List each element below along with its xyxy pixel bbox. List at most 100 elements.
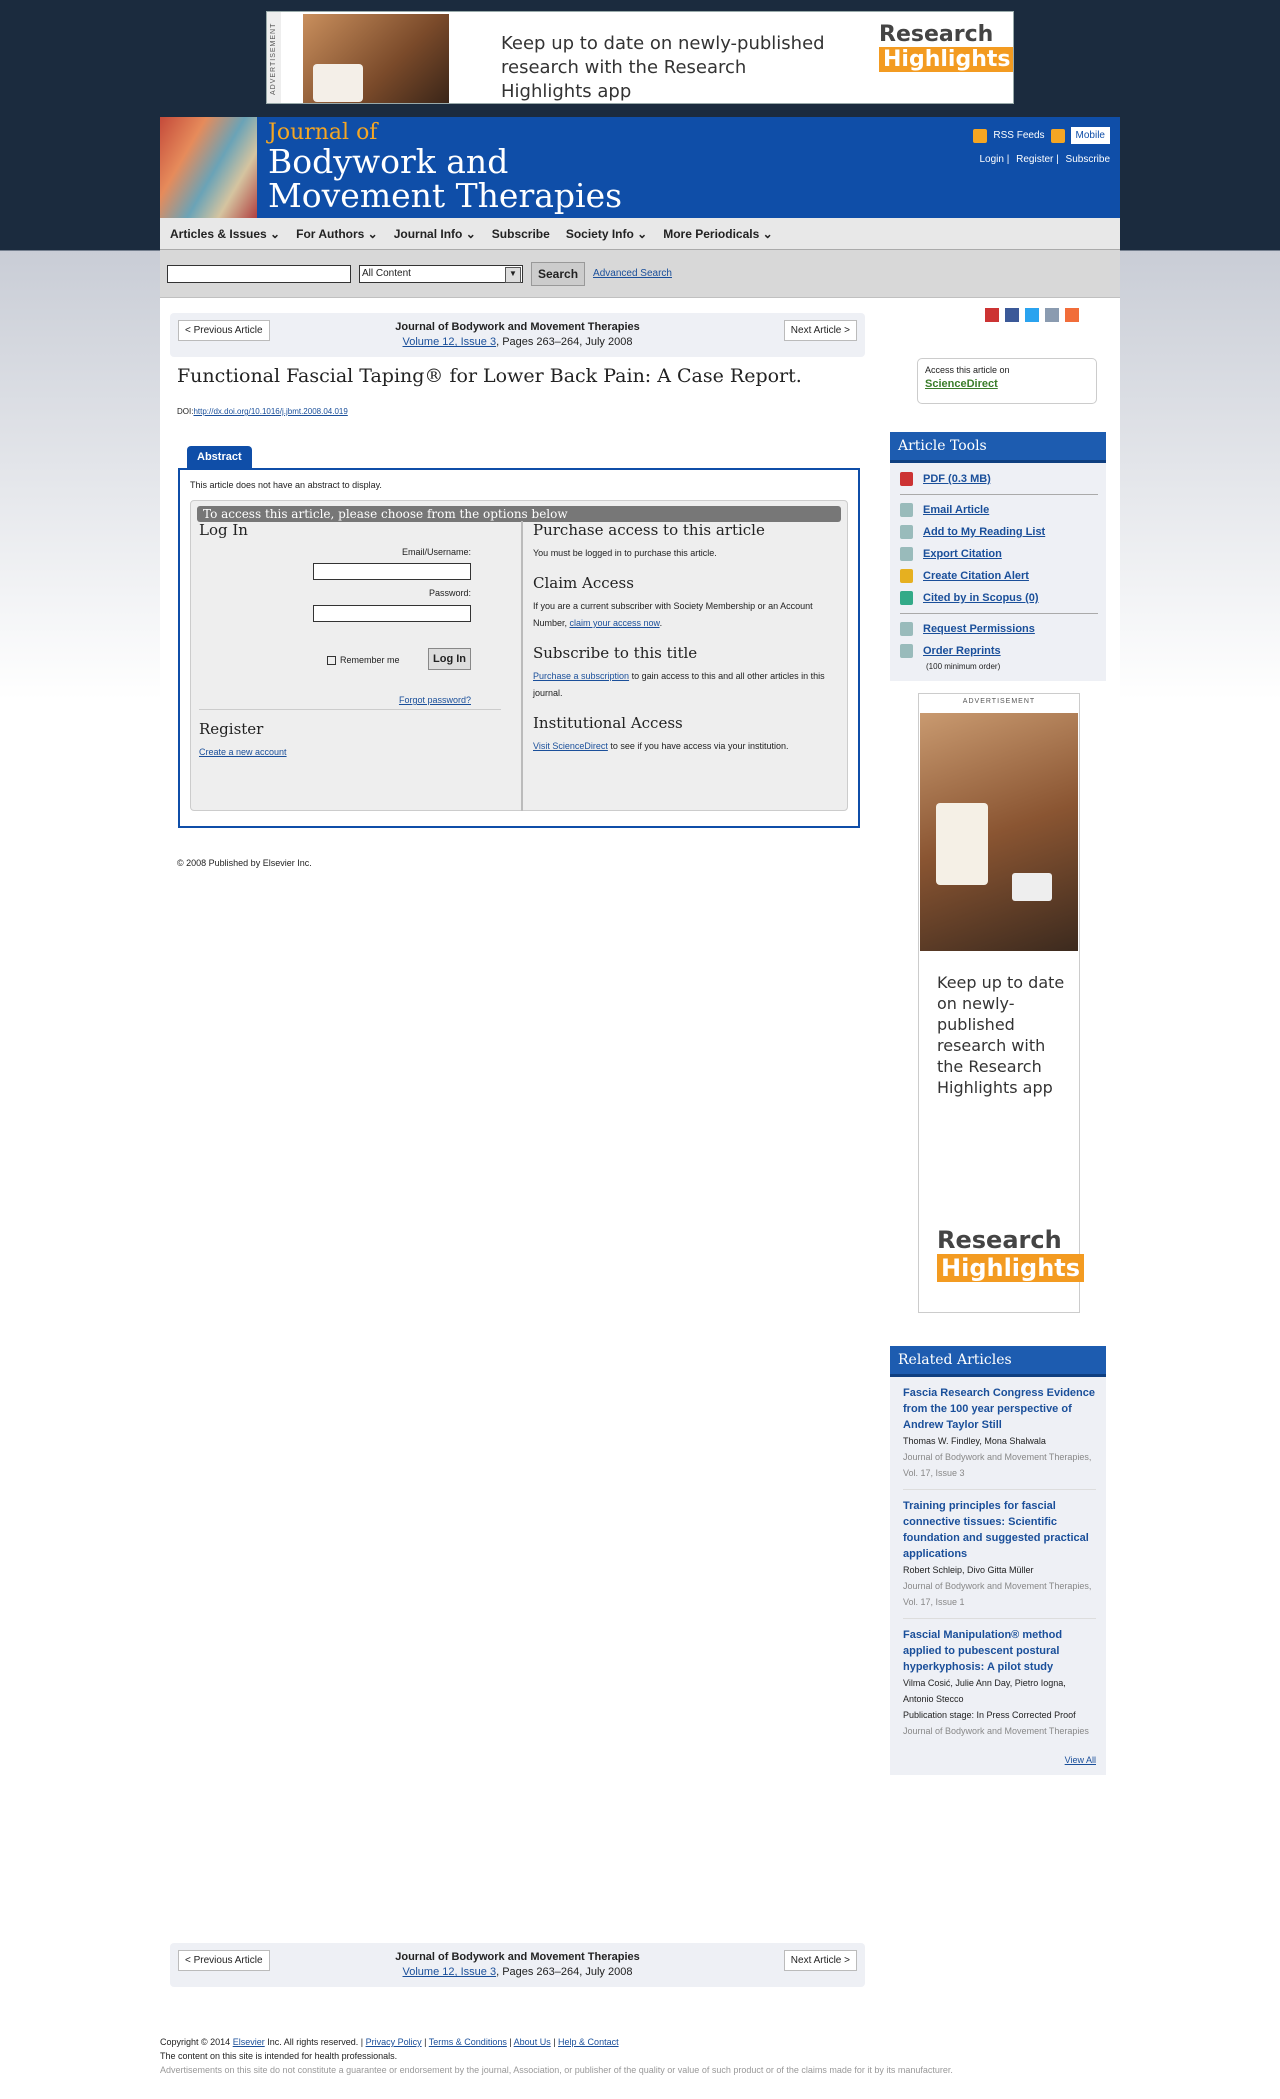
ad-text: Keep up to date on newly-published resea… <box>937 973 1065 1097</box>
email-label: Email/Username: <box>401 547 471 557</box>
alert-icon <box>900 569 913 583</box>
email-icon <box>900 503 913 517</box>
pdf-link[interactable]: PDF (0.3 MB) <box>900 468 1098 490</box>
claim-access-link[interactable]: claim your access now <box>570 618 660 628</box>
reprint-note: (100 minimum order) <box>926 662 1001 671</box>
purchase-subscription-link[interactable]: Purchase a subscription <box>533 671 629 681</box>
view-all-link[interactable]: View All <box>1065 1755 1096 1765</box>
export-citation-link[interactable]: Export Citation <box>900 543 1098 565</box>
related-title-link[interactable]: Fascial Manipulation® method applied to … <box>903 1627 1096 1675</box>
sidebar: Article Tools PDF (0.3 MB) Email Article… <box>890 432 1106 1775</box>
remember-me-checkbox[interactable]: Remember me <box>327 655 400 666</box>
next-article-button[interactable]: Next Article > <box>783 1950 857 1971</box>
search-button[interactable]: Search <box>531 261 586 286</box>
addthis-icon[interactable] <box>1065 308 1079 322</box>
elsevier-link[interactable]: Elsevier <box>233 2037 265 2047</box>
footer-copyright: Copyright © 2014 Elsevier Inc. All right… <box>160 2037 619 2047</box>
nav-for-authors[interactable]: For Authors ⌄ <box>296 227 378 241</box>
side-advertisement[interactable]: ADVERTISEMENT Keep up to date on newly-p… <box>918 693 1085 1313</box>
pages-text: , Pages 263–264, July 2008 <box>496 336 633 348</box>
content-select[interactable]: All Content <box>359 264 523 283</box>
facebook-icon[interactable] <box>1005 308 1019 322</box>
login-link[interactable]: Login <box>980 154 1004 165</box>
institutional-text: Visit ScienceDirect to see if you have a… <box>533 741 789 751</box>
ad-disclaimer: Advertisements on this site do not const… <box>160 2065 953 2075</box>
claim-text: If you are a current subscriber with Soc… <box>533 601 813 628</box>
main-content: < Previous Article Journal of Bodywork a… <box>160 298 1120 2098</box>
claim-title: Claim Access <box>533 574 634 592</box>
purchase-text: You must be logged in to purchase this a… <box>533 548 717 558</box>
volume-link[interactable]: Volume 12, Issue 3 <box>403 1966 497 1978</box>
sciencedirect-box[interactable]: Access this article on ScienceDirect <box>917 358 1097 404</box>
export-icon <box>900 547 913 561</box>
nav-articles-issues[interactable]: Articles & Issues ⌄ <box>170 227 280 241</box>
visit-sciencedirect-link[interactable]: Visit ScienceDirect <box>533 741 608 751</box>
top-advertisement[interactable]: ADVERTISEMENT Keep up to date on newly-p… <box>266 11 1014 104</box>
scopus-icon <box>900 591 913 605</box>
list-item: Fascia Research Congress Evidence from t… <box>903 1385 1096 1490</box>
tab-abstract[interactable]: Abstract <box>187 446 252 468</box>
list-item: Training principles for fascial connecti… <box>903 1498 1096 1619</box>
mendeley-icon[interactable] <box>985 308 999 322</box>
about-link[interactable]: About Us <box>514 2037 551 2047</box>
reading-list-link[interactable]: Add to My Reading List <box>900 521 1098 543</box>
institutional-title: Institutional Access <box>533 714 683 732</box>
email-icon[interactable] <box>1045 308 1059 322</box>
journal-cover-image[interactable] <box>160 117 257 218</box>
reprints-link[interactable]: Order Reprints <box>900 640 1098 662</box>
create-account-link[interactable]: Create a new account <box>199 747 287 757</box>
login-button[interactable]: Log In <box>428 648 471 670</box>
checkbox-icon[interactable] <box>327 656 336 666</box>
footer: Copyright © 2014 Elsevier Inc. All right… <box>160 2035 1120 2077</box>
article-tools-title: Article Tools <box>890 432 1106 463</box>
nav-journal-info[interactable]: Journal Info ⌄ <box>394 227 476 241</box>
article-tools: PDF (0.3 MB) Email Article Add to My Rea… <box>890 463 1106 681</box>
privacy-link[interactable]: Privacy Policy <box>366 2037 422 2047</box>
related-title-link[interactable]: Fascia Research Congress Evidence from t… <box>903 1385 1096 1433</box>
twitter-icon[interactable] <box>1025 308 1039 322</box>
issue-info: Journal of Bodywork and Movement Therapi… <box>170 320 865 350</box>
related-title-link[interactable]: Training principles for fascial connecti… <box>903 1498 1096 1562</box>
sciencedirect-link[interactable]: ScienceDirect <box>925 378 1089 390</box>
permissions-link[interactable]: Request Permissions <box>900 618 1098 640</box>
search-input[interactable] <box>167 264 351 283</box>
related-articles-title: Related Articles <box>890 1346 1106 1377</box>
next-article-button[interactable]: Next Article > <box>783 320 857 341</box>
mobile-link[interactable]: Mobile <box>1070 127 1110 144</box>
sd-label: Access this article on <box>925 365 1010 375</box>
doi-link[interactable]: http://dx.doi.org/10.1016/j.jbmt.2008.04… <box>193 407 347 416</box>
nav-subscribe[interactable]: Subscribe <box>492 227 550 241</box>
subscribe-link[interactable]: Subscribe <box>1066 154 1110 165</box>
purchase-column: Purchase access to this article You must… <box>521 521 841 811</box>
advanced-search-link[interactable]: Advanced Search <box>593 268 672 279</box>
article-title: Functional Fascial Taping® for Lower Bac… <box>177 365 802 387</box>
header-links: RSS Feeds Mobile Login | Register | Subs… <box>973 127 1110 165</box>
home-icon[interactable] <box>973 128 988 143</box>
password-field[interactable] <box>313 605 471 622</box>
register-link[interactable]: Register <box>1016 154 1053 165</box>
journal-header: Journal of Bodywork and Movement Therapi… <box>160 117 1120 218</box>
access-options: To access this article, please choose fr… <box>190 500 848 811</box>
share-icons <box>985 308 1079 322</box>
password-label: Password: <box>428 588 471 598</box>
help-link[interactable]: Help & Contact <box>558 2037 619 2047</box>
forgot-password-link[interactable]: Forgot password? <box>399 695 471 705</box>
doi: DOI:http://dx.doi.org/10.1016/j.jbmt.200… <box>177 407 348 416</box>
login-title: Log In <box>199 521 248 539</box>
rss-feeds-link[interactable]: RSS Feeds <box>993 130 1044 141</box>
subscribe-title: Subscribe to this title <box>533 644 698 662</box>
nav-society-info[interactable]: Society Info ⌄ <box>566 227 647 241</box>
citation-alert-link[interactable]: Create Citation Alert <box>900 565 1098 587</box>
email-field[interactable] <box>313 563 471 580</box>
journal-title[interactable]: Journal of Bodywork and Movement Therapi… <box>268 121 622 213</box>
ad-label: ADVERTISEMENT <box>962 698 1036 705</box>
page-wrapper: Journal of Bodywork and Movement Therapi… <box>160 117 1120 2098</box>
nav-more-periodicals[interactable]: More Periodicals ⌄ <box>663 227 772 241</box>
article-copyright: © 2008 Published by Elsevier Inc. <box>177 858 312 868</box>
email-article-link[interactable]: Email Article <box>900 499 1098 521</box>
scopus-link[interactable]: Cited by in Scopus (0) <box>900 587 1098 609</box>
volume-link[interactable]: Volume 12, Issue 3 <box>403 336 497 348</box>
rss-icon[interactable] <box>1050 128 1065 143</box>
terms-link[interactable]: Terms & Conditions <box>429 2037 507 2047</box>
related-authors: Thomas W. Findley, Mona Shalwala <box>903 1436 1046 1446</box>
